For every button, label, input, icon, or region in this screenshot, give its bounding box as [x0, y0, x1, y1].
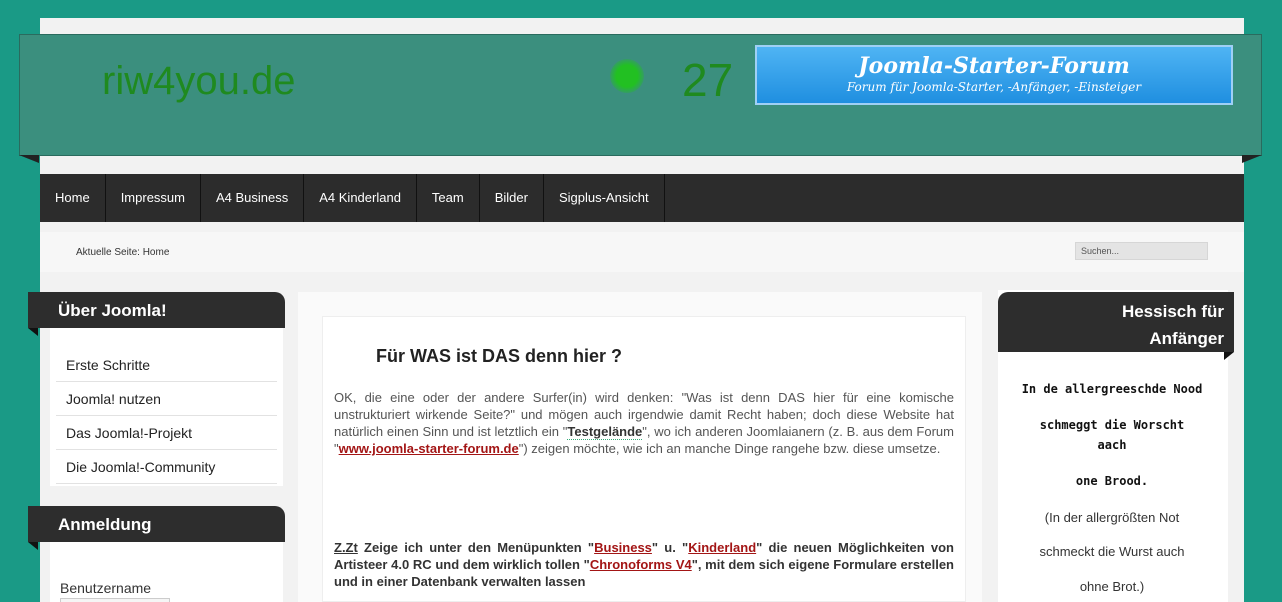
hessisch-line-4: one Brood.: [1075, 474, 1149, 488]
link-kinderland[interactable]: Kinderland: [688, 540, 756, 555]
main-nav: Home Impressum A4 Business A4 Kinderland…: [40, 174, 1244, 222]
link-chronoforms[interactable]: Chronoforms V4: [590, 557, 692, 572]
banner-title: Joomla-Starter-Forum: [858, 53, 1130, 79]
article-title: Für WAS ist DAS denn hier ?: [376, 346, 623, 366]
hessisch-title-2: Anfänger: [1149, 329, 1224, 348]
hessisch-line-3: aach: [1097, 438, 1127, 452]
header-fold-left: [19, 155, 39, 163]
site-title[interactable]: riw4you.de: [102, 59, 295, 104]
banner-subtitle: Forum für Joomla-Starter, -Anfänger, -Ei…: [846, 80, 1142, 94]
article: Für WAS ist DAS denn hier ? OK, die eine…: [322, 316, 966, 602]
login-heading: Anmeldung: [28, 506, 285, 550]
zzt-abbr: Z.Zt: [334, 540, 358, 555]
menu-item-joomla-project[interactable]: Das Joomla!-Projekt: [56, 416, 277, 450]
article-intro: OK, die eine oder der andere Surfer(in) …: [334, 389, 954, 457]
hessisch-heading-fold: [1224, 352, 1234, 360]
about-joomla-heading: Über Joomla!: [28, 292, 285, 336]
menu-item-first-steps[interactable]: Erste Schritte: [56, 348, 277, 382]
link-business[interactable]: Business: [594, 540, 652, 555]
nav-item-home[interactable]: Home: [40, 174, 106, 222]
hessisch-title-1: Hessisch für: [1121, 302, 1224, 321]
login-title: Anmeldung: [58, 515, 152, 534]
hessisch-line-5: (In der allergrößten Not: [1044, 510, 1180, 525]
hessisch-line-6: schmeckt die Wurst auch: [1039, 544, 1185, 559]
hessisch-line-1: In de allergreeschde Nood: [1021, 382, 1203, 396]
intro-text-3: ") zeigen möchte, wie ich an manche Ding…: [518, 441, 941, 456]
nav-item-sigplus[interactable]: Sigplus-Ansicht: [544, 174, 665, 222]
green-dot-icon: [610, 59, 644, 93]
forum-banner[interactable]: Joomla-Starter-Forum Forum für Joomla-St…: [755, 45, 1233, 105]
nav-item-team[interactable]: Team: [417, 174, 480, 222]
counter: 27: [682, 54, 734, 106]
breadcrumb: Aktuelle Seite: Home: [76, 247, 170, 258]
about-joomla-title: Über Joomla!: [58, 301, 167, 320]
hessisch-heading: Hessisch für Anfänger: [998, 292, 1234, 360]
login-heading-fold: [28, 542, 38, 550]
menu-item-use-joomla[interactable]: Joomla! nutzen: [56, 382, 277, 416]
hessisch-line-7: ohne Brot.): [1079, 579, 1145, 594]
breadcrumb-bar: Aktuelle Seite: Home Suchen...: [40, 232, 1244, 272]
menu-item-joomla-community[interactable]: Die Joomla!-Community: [56, 450, 277, 484]
link-forum[interactable]: www.joomla-starter-forum.de: [339, 441, 519, 456]
about-heading-fold: [28, 328, 38, 336]
hessisch-line-2: schmeggt die Worscht: [1039, 418, 1185, 432]
site-header: riw4you.de 27 Joomla-Starter-Forum Forum…: [19, 34, 1262, 163]
nav-item-a4-business[interactable]: A4 Business: [201, 174, 305, 222]
nav-item-bilder[interactable]: Bilder: [480, 174, 544, 222]
nav-item-impressum[interactable]: Impressum: [106, 174, 201, 222]
link-testgelaende[interactable]: Testgelände: [567, 424, 643, 440]
username-label: Benutzername: [60, 580, 152, 596]
nav-item-a4-kinderland[interactable]: A4 Kinderland: [304, 174, 417, 222]
username-field[interactable]: [60, 598, 170, 602]
search-input[interactable]: Suchen...: [1075, 242, 1208, 260]
header-fold-right: [1242, 155, 1262, 163]
current-text-2: " u. ": [651, 540, 689, 555]
article-current: Z.Zt Zeige ich unter den Menüpunkten "Bu…: [334, 539, 954, 590]
current-text-1: Zeige ich unter den Menüpunkten ": [357, 540, 595, 555]
